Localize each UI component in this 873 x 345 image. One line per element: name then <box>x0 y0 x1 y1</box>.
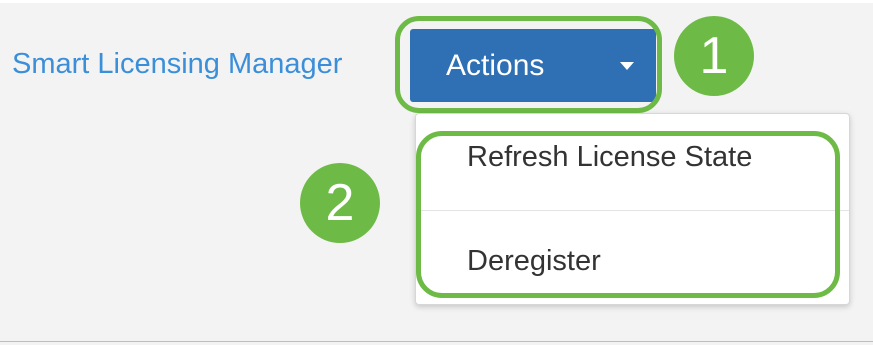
step-1-badge: 1 <box>674 16 754 96</box>
menu-divider <box>416 210 849 211</box>
menu-item-refresh-license-state[interactable]: Refresh License State <box>416 132 849 182</box>
menu-item-deregister[interactable]: Deregister <box>416 236 849 286</box>
step-2-badge: 2 <box>300 163 380 243</box>
actions-dropdown-button[interactable]: Actions <box>410 29 656 102</box>
chevron-down-icon <box>620 62 634 70</box>
page-title-link[interactable]: Smart Licensing Manager <box>12 48 342 80</box>
title-container: Smart Licensing Manager <box>12 44 399 88</box>
actions-button-label: Actions <box>446 49 545 82</box>
bottom-border <box>0 341 873 342</box>
actions-dropdown-menu: Refresh License State Deregister <box>415 113 850 305</box>
top-border <box>0 0 873 3</box>
